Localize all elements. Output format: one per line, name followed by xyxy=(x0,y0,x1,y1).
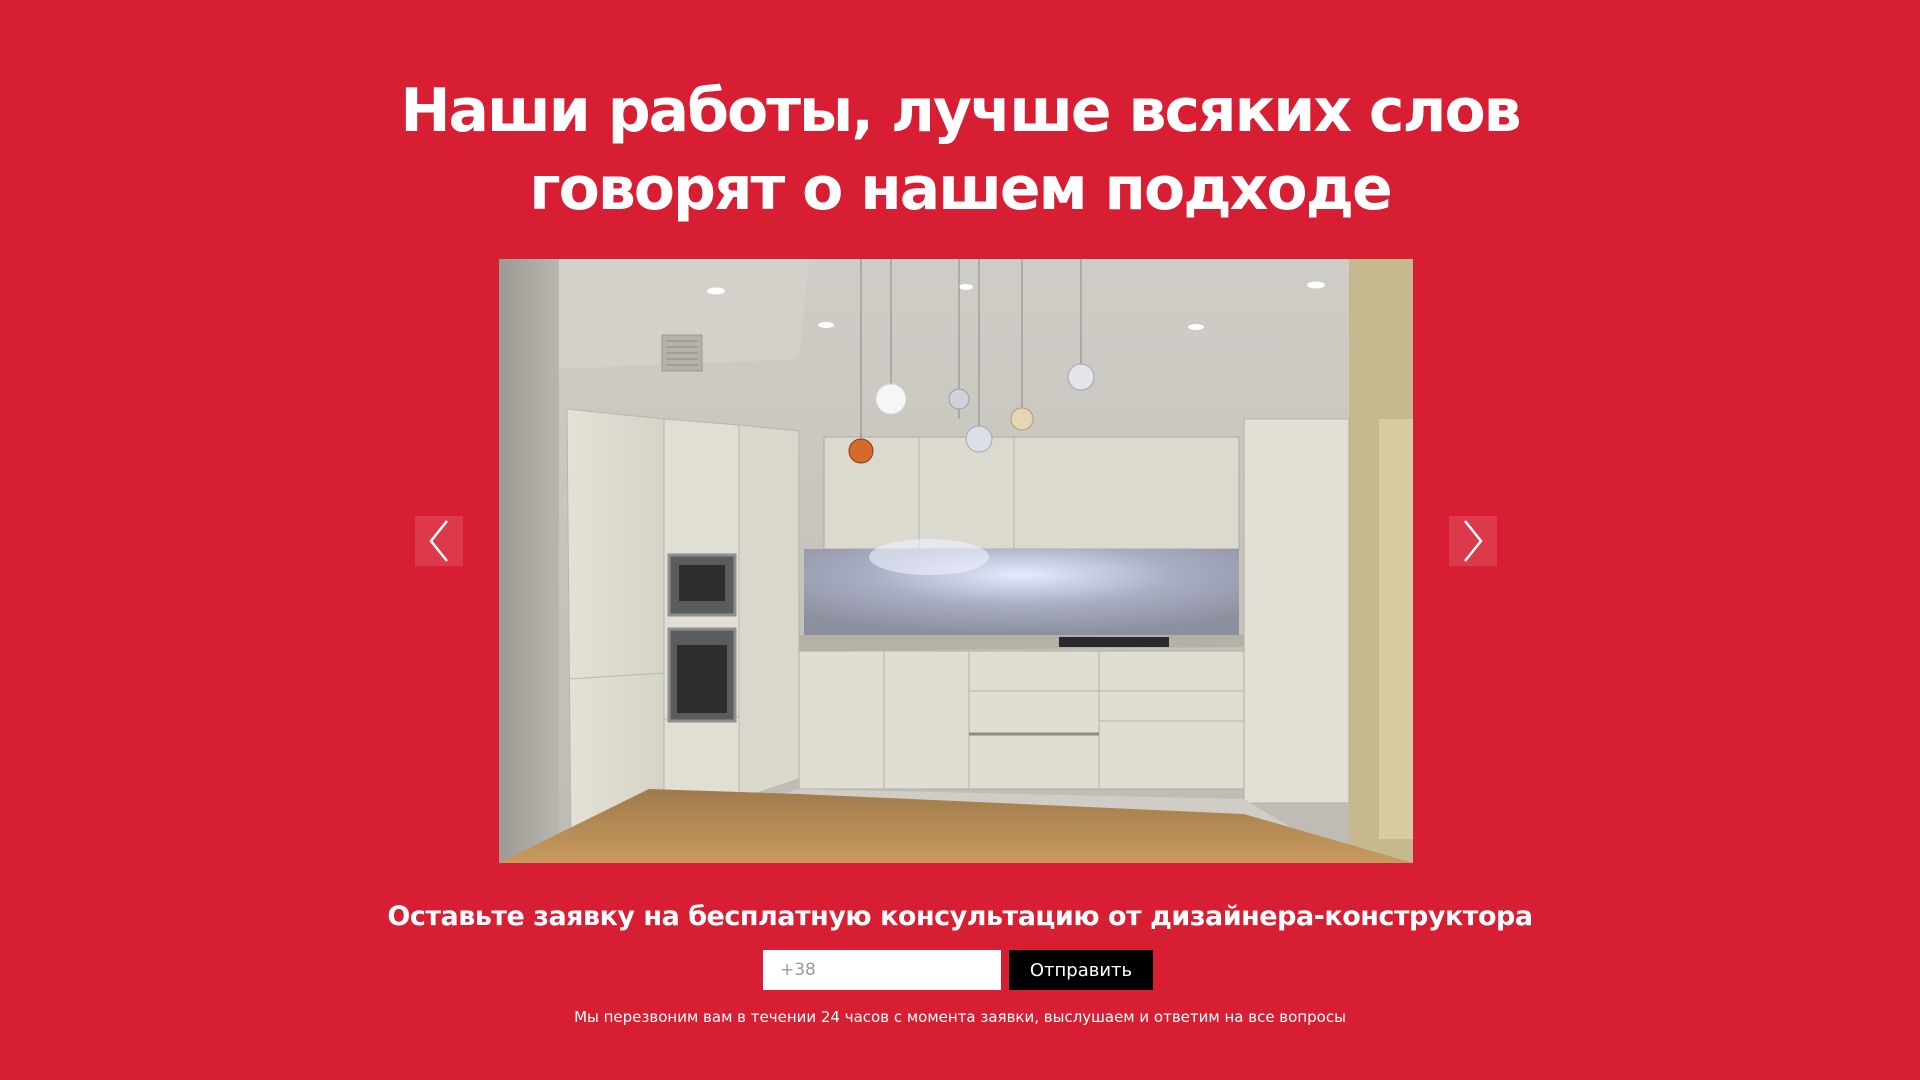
slider-next-button[interactable] xyxy=(1449,516,1497,566)
chevron-right-icon xyxy=(1464,520,1483,562)
callback-form: Отправить xyxy=(763,950,1153,990)
page-headline: Наши работы, лучше всяких слов говорят о… xyxy=(360,72,1560,228)
callback-note: Мы перезвоним вам в течении 24 часов с м… xyxy=(574,1008,1346,1026)
kitchen-photo-illustration xyxy=(499,259,1413,863)
headline-line-2: говорят о нашем подходе xyxy=(529,154,1393,224)
portfolio-slider xyxy=(415,259,1497,863)
phone-input[interactable] xyxy=(763,950,1001,990)
headline-line-1: Наши работы, лучше всяких слов xyxy=(400,76,1521,146)
submit-button[interactable]: Отправить xyxy=(1009,950,1153,990)
kitchen-photo xyxy=(499,259,1413,863)
chevron-left-icon xyxy=(429,520,448,562)
page: Наши работы, лучше всяких слов говорят о… xyxy=(0,0,1920,1080)
slider-prev-button[interactable] xyxy=(415,516,463,566)
consultation-title: Оставьте заявку на бесплатную консультац… xyxy=(387,901,1533,932)
